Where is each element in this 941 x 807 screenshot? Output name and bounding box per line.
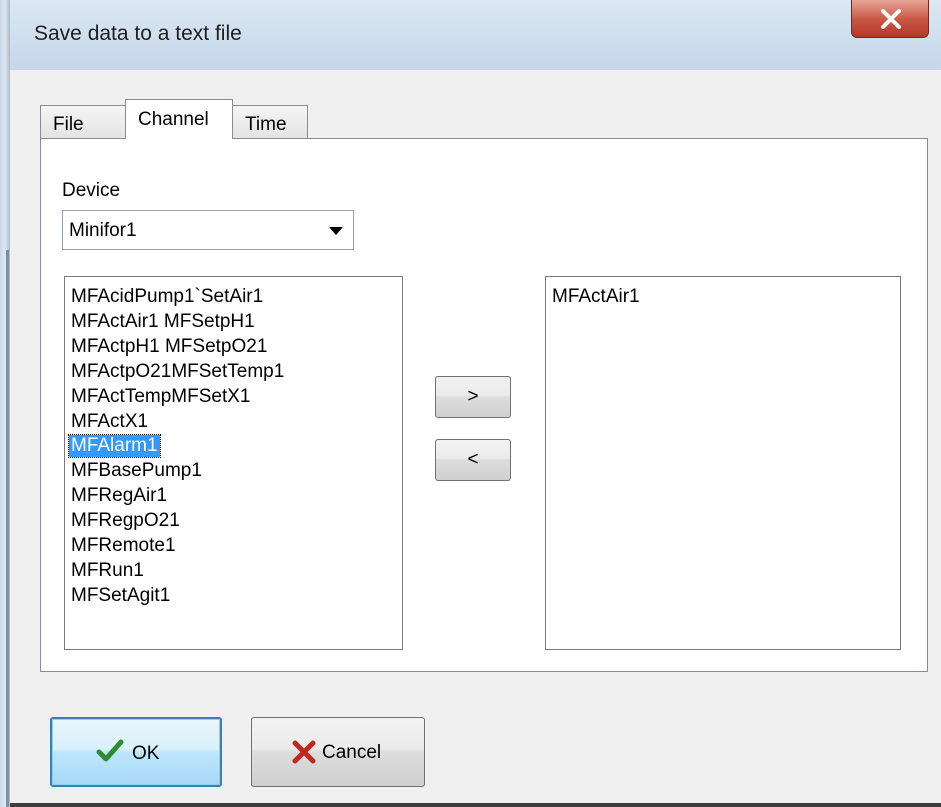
window-left-border (0, 0, 10, 807)
close-button[interactable] (851, 0, 929, 38)
tab-time[interactable]: Time (232, 105, 308, 139)
cancel-button-label: Cancel (322, 742, 382, 763)
ok-button-label: OK (132, 743, 160, 764)
checkmark-icon (96, 739, 124, 762)
ok-button[interactable]: OK (50, 717, 222, 787)
x-mark-icon (292, 740, 316, 764)
available-channel-item[interactable]: MFActTempMFSetX1 (69, 386, 253, 408)
chosen-channel-item[interactable]: MFActAir1 (550, 286, 642, 308)
device-label: Device (62, 180, 121, 201)
tab-time-label: Time (245, 114, 287, 135)
add-channel-button[interactable]: > (435, 376, 511, 418)
title-bar: Save data to a text file (10, 0, 941, 70)
available-channel-item[interactable]: MFAcidPump1`SetAir1 (69, 286, 265, 308)
tab-channel-label: Channel (138, 109, 209, 130)
available-channel-item[interactable]: MFRemote1 (69, 535, 178, 557)
available-channel-item[interactable]: MFActpO21MFSetTemp1 (69, 361, 286, 383)
tab-file[interactable]: File (40, 105, 126, 139)
available-channel-item[interactable]: MFActpH1 MFSetpO21 (69, 336, 269, 358)
tab-channel[interactable]: Channel (125, 99, 233, 139)
available-channel-item[interactable]: MFActAir1 MFSetpH1 (69, 311, 257, 333)
tab-file-label: File (53, 114, 84, 135)
available-channel-item[interactable]: MFRegpO21 (69, 510, 182, 532)
remove-channel-button[interactable]: < (435, 439, 511, 481)
close-icon (881, 9, 901, 29)
available-channel-item[interactable]: MFSetAgit1 (69, 585, 172, 607)
available-channel-item[interactable]: MFActX1 (69, 411, 150, 433)
available-channel-item[interactable]: MFRun1 (69, 560, 146, 582)
window-bottom-border (10, 803, 941, 807)
available-channel-item[interactable]: MFRegAir1 (69, 485, 169, 507)
chosen-channels-list[interactable]: MFActAir1 (545, 276, 901, 650)
available-channel-item[interactable]: MFAlarm1 (68, 434, 161, 459)
device-dropdown[interactable]: Minifor1 (62, 210, 354, 250)
available-channels-list[interactable]: MFAcidPump1`SetAir1 MFActAir1 MFSetpH1 MFA… (64, 276, 403, 650)
chevron-down-icon (329, 227, 343, 235)
available-channel-item[interactable]: MFBasePump1 (69, 460, 204, 482)
device-dropdown-value: Minifor1 (69, 220, 137, 241)
window-title: Save data to a text file (34, 22, 242, 45)
cancel-button[interactable]: Cancel (251, 717, 425, 787)
